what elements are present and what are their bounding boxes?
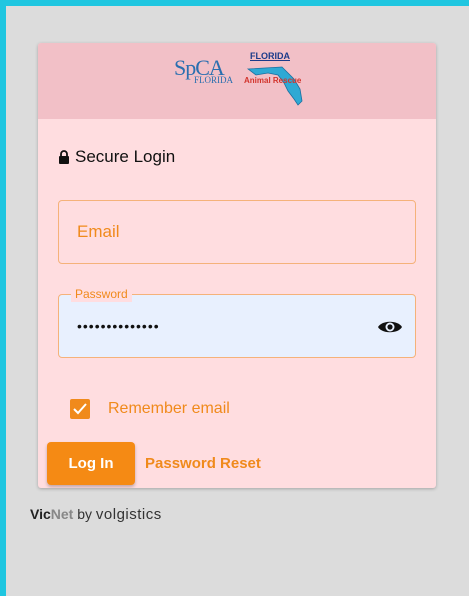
remember-email-checkbox[interactable]: [70, 399, 90, 419]
login-heading: Secure Login: [58, 147, 175, 167]
footer-vic: Vic: [30, 506, 51, 522]
footer-by: by: [73, 506, 96, 522]
lock-icon: [59, 150, 69, 164]
show-password-button[interactable]: [377, 315, 403, 339]
far-logo-subtitle: Animal Rescue: [244, 76, 302, 85]
footer-net: Net: [50, 506, 74, 522]
florida-animal-rescue-logo: FLORIDA Animal Rescue: [242, 51, 312, 111]
page-background: SpCA FLORIDA FLORIDA Animal Rescue Secur…: [6, 6, 469, 596]
login-card: SpCA FLORIDA FLORIDA Animal Rescue Secur…: [38, 43, 436, 488]
remember-email-label[interactable]: Remember email: [108, 400, 230, 418]
password-reset-link[interactable]: Password Reset: [145, 455, 261, 472]
eye-icon: [378, 321, 402, 333]
spca-logo-subtext: FLORIDA: [194, 75, 234, 85]
remember-email-row: Remember email: [70, 399, 230, 419]
card-header: SpCA FLORIDA FLORIDA Animal Rescue: [38, 43, 436, 119]
volgistics-logo: volgistics: [95, 506, 162, 523]
footer-branding: VicNet by volgistics: [30, 506, 162, 523]
password-field[interactable]: [59, 295, 369, 357]
email-field-container: [58, 200, 416, 264]
check-icon: [73, 403, 87, 415]
spca-florida-logo: SpCA FLORIDA: [174, 55, 234, 89]
login-button[interactable]: Log In: [47, 442, 135, 485]
email-field[interactable]: [59, 201, 415, 263]
page-title: Secure Login: [75, 147, 176, 166]
password-field-container: Password: [58, 286, 416, 358]
